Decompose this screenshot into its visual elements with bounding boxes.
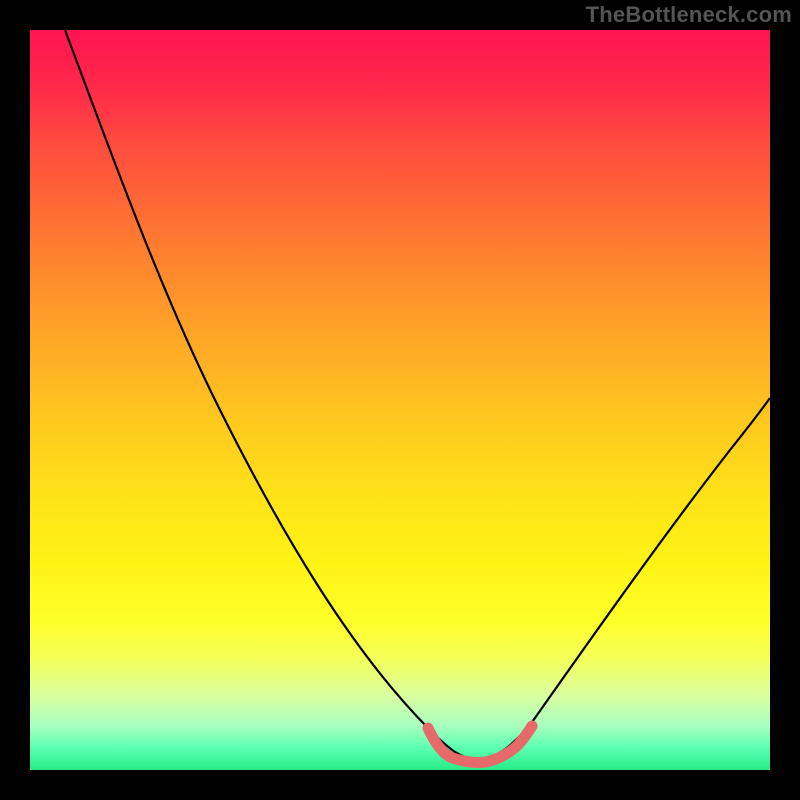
curve-layer [30, 30, 770, 770]
optimum-marker-path [428, 726, 532, 762]
attribution-label: TheBottleneck.com [586, 2, 792, 28]
bottleneck-curve-path [65, 30, 770, 760]
plot-area [30, 30, 770, 770]
chart-frame: TheBottleneck.com [0, 0, 800, 800]
